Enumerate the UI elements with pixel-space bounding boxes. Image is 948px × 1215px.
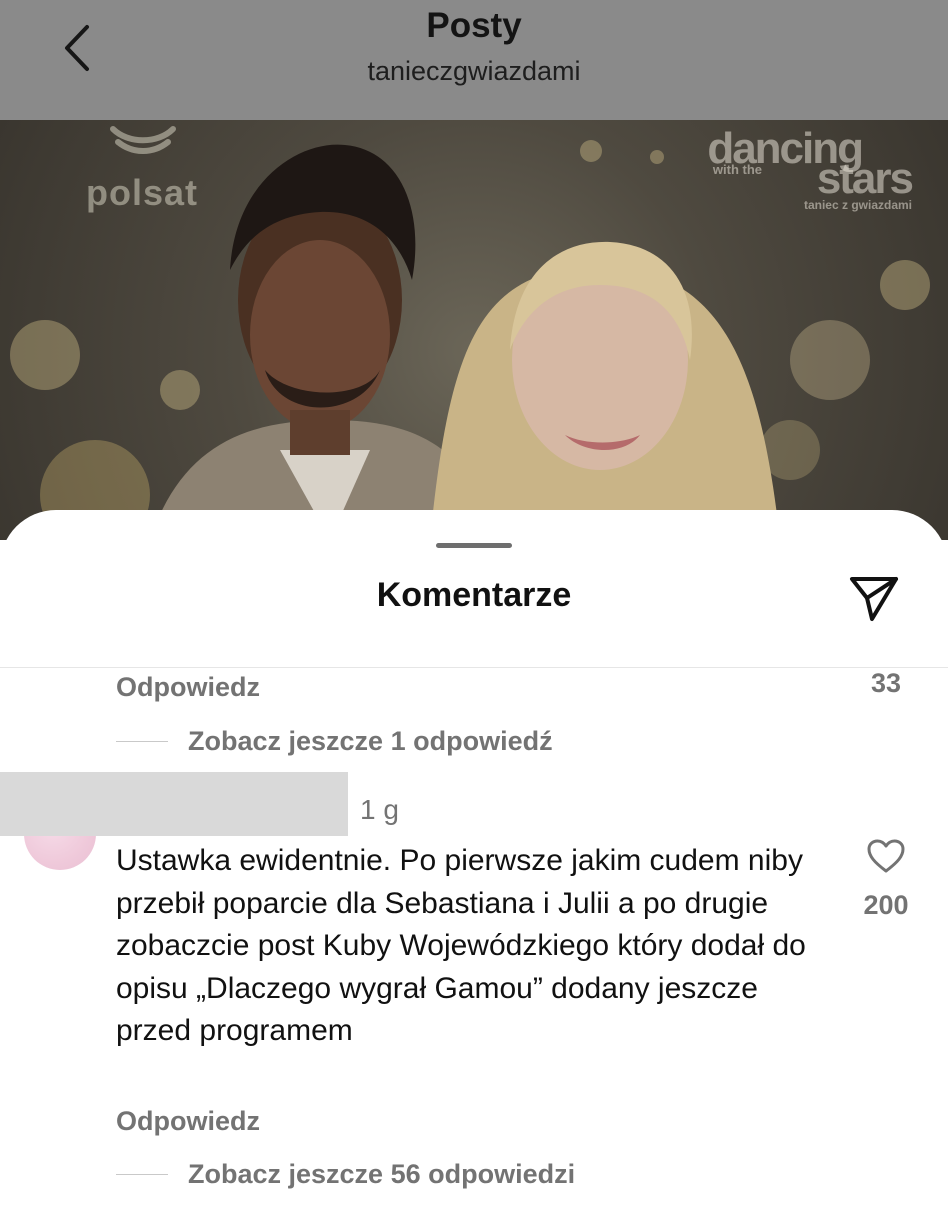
post-image[interactable]: polsat dancing with the stars taniec z g… xyxy=(0,120,948,540)
reply-button-prev[interactable]: Odpowiedz xyxy=(116,672,260,703)
like-count-prev[interactable]: 33 xyxy=(846,668,926,699)
sheet-title: Komentarze xyxy=(376,576,572,614)
top-bar: Posty tanieczgwiazdami xyxy=(0,0,948,120)
view-replies-label: Zobacz jeszcze 56 odpowiedzi xyxy=(188,1158,576,1189)
view-replies[interactable]: Zobacz jeszcze 56 odpowiedzi xyxy=(116,1154,575,1194)
polsat-logo: polsat xyxy=(86,172,199,213)
account-username[interactable]: tanieczgwiazdami xyxy=(0,56,948,87)
like-button[interactable] xyxy=(862,836,910,876)
like-count[interactable]: 200 xyxy=(846,890,926,921)
comment-text: Ustawka ewidentnie. Po pierwsze jakim cu… xyxy=(116,844,806,1047)
reply-button[interactable]: Odpowiedz xyxy=(116,1106,260,1137)
sheet-divider xyxy=(0,667,948,668)
sheet-grabber[interactable] xyxy=(436,543,512,548)
share-button[interactable] xyxy=(846,572,902,624)
view-replies-prev[interactable]: Zobacz jeszcze 1 odpowiedź xyxy=(116,721,553,761)
heart-outline-icon xyxy=(867,839,905,873)
comment-timestamp: 1 g xyxy=(360,794,399,825)
view-replies-label: Zobacz jeszcze 1 odpowiedź xyxy=(188,725,553,756)
page-title: Posty xyxy=(426,6,522,45)
comments-sheet: Komentarze Odpowiedz 33 Zobacz jeszcze 1… xyxy=(0,510,948,1215)
polsat-logo-mark xyxy=(110,126,176,154)
thread-line xyxy=(116,740,168,742)
dancing-with-the-stars-logo: dancing with the stars taniec z gwiazdam… xyxy=(707,124,914,212)
redacted-username xyxy=(0,772,348,836)
thread-line xyxy=(116,1173,168,1175)
share-send-icon xyxy=(850,577,898,621)
